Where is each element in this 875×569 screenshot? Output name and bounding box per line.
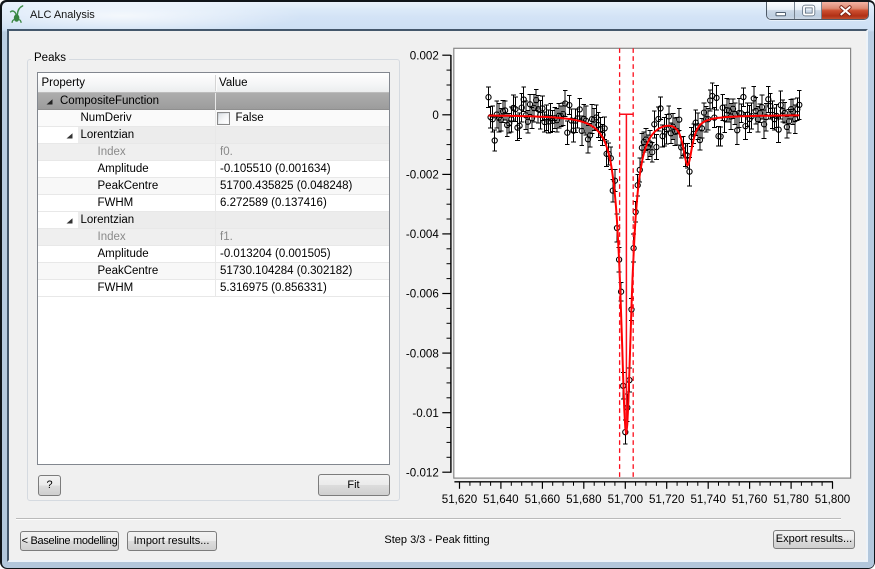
svg-text:51,760: 51,760 [732,493,767,506]
svg-text:51,680: 51,680 [566,493,601,506]
svg-text:51,640: 51,640 [483,493,518,506]
svg-text:51,660: 51,660 [525,493,560,506]
svg-text:-0.006: -0.006 [406,288,439,301]
svg-text:0.002: 0.002 [410,49,439,62]
svg-text:51,740: 51,740 [690,493,725,506]
svg-text:51,620: 51,620 [442,493,477,506]
svg-text:-0.002: -0.002 [406,169,439,182]
svg-text:51,780: 51,780 [773,493,808,506]
svg-text:-0.004: -0.004 [406,228,439,241]
svg-text:51,720: 51,720 [649,493,684,506]
svg-text:51,800: 51,800 [815,493,850,506]
svg-text:0: 0 [432,109,438,122]
svg-text:51,700: 51,700 [608,493,643,506]
svg-text:-0.012: -0.012 [406,466,439,479]
svg-text:-0.008: -0.008 [406,347,439,360]
svg-text:-0.01: -0.01 [412,407,438,420]
